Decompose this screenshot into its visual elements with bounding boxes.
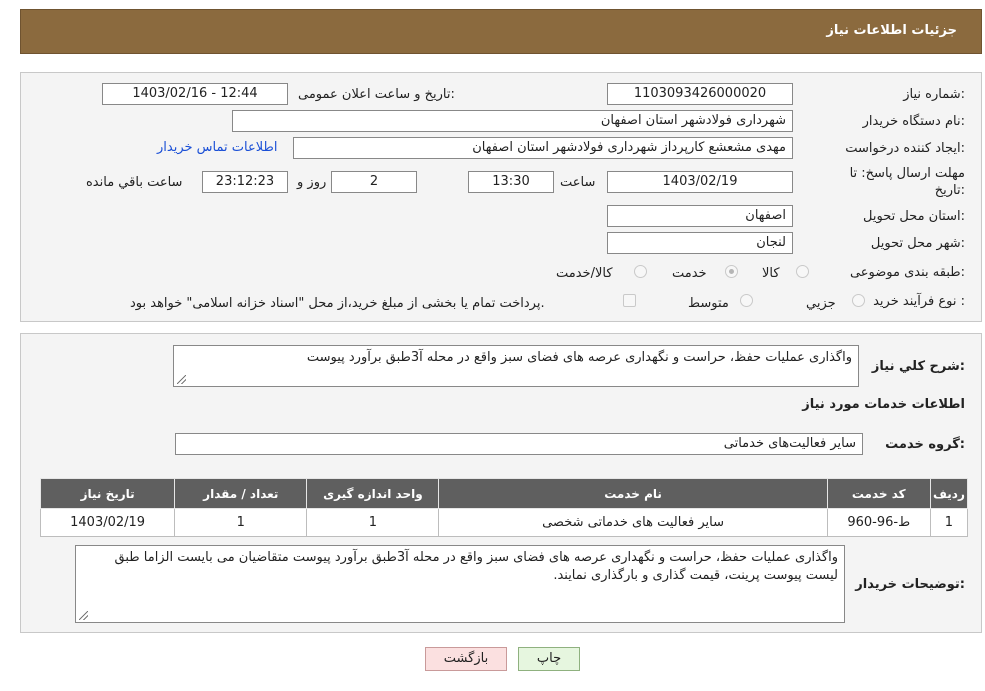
service-group-label: گروه خدمت: bbox=[885, 437, 965, 452]
process-option-partial: جزیي bbox=[806, 296, 836, 311]
col-header-service-code: کد خدمت bbox=[826, 478, 931, 509]
services-section-title: اطلاعات خدمات مورد نیاز bbox=[802, 397, 965, 412]
need-number-label: شماره نیاز: bbox=[903, 87, 965, 102]
table-header-row: ردیف کد خدمت نام خدمت واحد اندازه گیری ت… bbox=[39, 478, 969, 509]
buyer-notes-textarea[interactable]: واگذاری عملیات حفظ، حراست و نگهداری عرصه… bbox=[75, 545, 845, 623]
process-option-medium: متوسط bbox=[688, 296, 729, 311]
table-row: 1 ط-96-960 سایر فعالیت های خدماتی شخصی 1… bbox=[39, 508, 969, 537]
col-header-quantity: تعداد / مقدار bbox=[174, 478, 308, 509]
category-radio-goods-service[interactable] bbox=[634, 265, 647, 278]
cell-unit: 1 bbox=[306, 508, 440, 537]
time-remaining-label: ساعت باقي مانده bbox=[86, 175, 183, 190]
process-type-label: نوع فرآیند خرید : bbox=[873, 294, 965, 309]
buyer-contact-link[interactable]: اطلاعات تماس خریدار bbox=[157, 140, 277, 155]
time-remaining-field: 23:12:23 bbox=[202, 171, 288, 193]
treasury-payment-checkbox[interactable] bbox=[623, 294, 636, 307]
category-option-service: خدمت bbox=[672, 266, 707, 281]
province-label: استان محل تحویل: bbox=[863, 209, 965, 224]
services-table: ردیف کد خدمت نام خدمت واحد اندازه گیری ت… bbox=[39, 478, 969, 537]
service-group-field: سایر فعالیت‌های خدماتی bbox=[175, 433, 863, 455]
col-header-need-date: تاریخ نیاز bbox=[39, 478, 176, 509]
cell-quantity: 1 bbox=[174, 508, 308, 537]
category-radio-service[interactable] bbox=[725, 265, 738, 278]
buyer-notes-text: واگذاری عملیات حفظ، حراست و نگهداری عرصه… bbox=[114, 550, 838, 583]
summary-textarea[interactable]: واگذاری عملیات حفظ، حراست و نگهداری عرصه… bbox=[173, 345, 859, 387]
cell-service-code: ط-96-960 bbox=[826, 508, 931, 537]
category-option-goods: کالا bbox=[762, 266, 780, 281]
cell-need-date: 1403/02/19 bbox=[39, 508, 176, 537]
buyer-notes-label: توضیحات خریدار: bbox=[855, 577, 965, 592]
category-radio-goods[interactable] bbox=[796, 265, 809, 278]
city-field: لنجان bbox=[607, 232, 793, 254]
deadline-date-field: 1403/02/19 bbox=[607, 171, 793, 193]
deadline-label: مهلت ارسال پاسخ: تا bbox=[849, 166, 965, 181]
announce-date-field: 1403/02/16 - 12:44 bbox=[102, 83, 288, 105]
category-label: طبقه بندی موضوعی: bbox=[849, 265, 965, 280]
treasury-payment-label: پرداخت تمام یا بخشی از مبلغ خرید،از محل … bbox=[130, 296, 545, 311]
deadline-time-field: 13:30 bbox=[468, 171, 554, 193]
city-label: شهر محل تحویل: bbox=[870, 236, 965, 251]
province-field: اصفهان bbox=[607, 205, 793, 227]
cell-row-number: 1 bbox=[929, 508, 969, 537]
announce-date-label: تاریخ و ساعت اعلان عمومی: bbox=[298, 87, 455, 102]
page-header: جزئیات اطلاعات نیاز bbox=[20, 9, 982, 54]
page-title: جزئیات اطلاعات نیاز bbox=[826, 23, 957, 38]
resize-grip-icon[interactable] bbox=[79, 611, 88, 620]
col-header-unit: واحد اندازه گیری bbox=[306, 478, 440, 509]
col-header-row-number: ردیف bbox=[929, 478, 969, 509]
creator-label: ایجاد کننده درخواست: bbox=[845, 141, 965, 156]
days-remaining-field: 2 bbox=[331, 171, 417, 193]
days-label: روز و bbox=[297, 175, 327, 190]
col-header-service-name: نام خدمت bbox=[438, 478, 828, 509]
resize-grip-icon[interactable] bbox=[177, 375, 186, 384]
buyer-org-field: شهرداری فولادشهر استان اصفهان bbox=[232, 110, 793, 132]
back-button[interactable]: بازگشت bbox=[425, 647, 507, 671]
buyer-org-label: نام دستگاه خریدار: bbox=[862, 114, 965, 129]
deadline-label-date: تاریخ: bbox=[934, 183, 965, 198]
cell-service-name: سایر فعالیت های خدماتی شخصی bbox=[438, 508, 828, 537]
print-button[interactable]: چاپ bbox=[518, 647, 580, 671]
need-number-field: 1103093426000020 bbox=[607, 83, 793, 105]
creator-field: مهدی مشعشع کارپرداز شهرداری فولادشهر است… bbox=[293, 137, 793, 159]
summary-text: واگذاری عملیات حفظ، حراست و نگهداری عرصه… bbox=[306, 350, 852, 365]
process-radio-medium[interactable] bbox=[740, 294, 753, 307]
deadline-time-label: ساعت bbox=[560, 175, 596, 190]
process-radio-partial[interactable] bbox=[852, 294, 865, 307]
category-option-goods-service: کالا/خدمت bbox=[556, 266, 613, 281]
summary-label: شرح کلي نیاز: bbox=[871, 359, 965, 374]
